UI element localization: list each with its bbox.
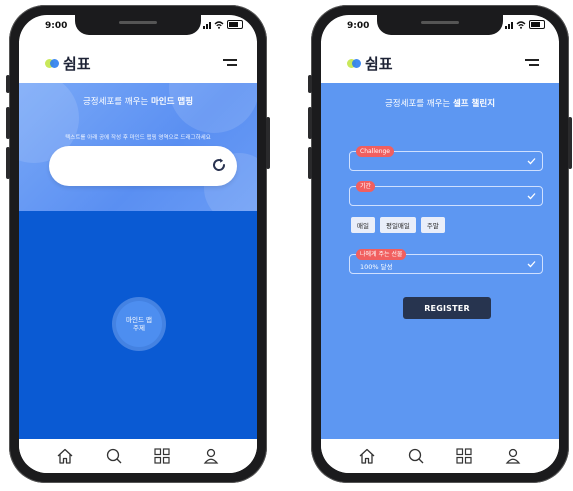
hero-subtitle: 텍스트를 아래 공에 작성 후 마인드 맵핑 영역으로 드래그하세요 [65,135,211,141]
phone-mindmap: 9:00 쉼표 긍정세포를 깨우는 마인드 맵핑 텍스트를 아래 공에 작성 후… [6,5,270,483]
battery-icon [529,20,545,29]
challenge-field[interactable]: Challenge [349,146,543,171]
side-button [308,75,312,93]
side-button [6,107,10,139]
form-title: 긍정세포를 깨우는 셀프 챌린지 [321,97,559,109]
menu-icon[interactable] [223,59,237,69]
search-icon[interactable] [105,447,123,465]
field-label: 나에게 주는 선물 [356,249,407,260]
wifi-icon [214,20,224,29]
home-icon[interactable] [56,447,74,465]
mindmap-topic-node[interactable]: 마인드 맵 주제 [116,301,162,347]
side-button [568,117,572,169]
profile-icon[interactable] [202,447,220,465]
chip-weekdays[interactable]: 평일매일 [379,217,416,233]
status-time: 9:00 [45,21,68,31]
grid-icon[interactable] [455,447,473,465]
logo[interactable]: 쉼표 [347,53,393,74]
side-button [6,147,10,179]
field-label: 기간 [356,181,376,192]
bottom-nav [321,439,559,473]
register-button[interactable]: REGISTER [403,297,491,319]
logo-text: 쉼표 [63,55,91,73]
decor-bubble [169,83,257,133]
logo-mark-icon [347,58,361,69]
notch [377,15,503,35]
chip-weekend[interactable]: 주말 [420,217,445,233]
map-node-label: 마인드 맵 주제 [126,315,152,332]
mindmap-hero: 긍정세포를 깨우는 마인드 맵핑 텍스트를 아래 공에 작성 후 마인드 맵핑 … [19,83,257,211]
battery-icon [227,20,243,29]
side-button [308,107,312,139]
form-title-prefix: 긍정세포를 깨우는 [384,99,453,109]
search-icon[interactable] [407,447,425,465]
field-label: Challenge [356,146,394,157]
logo-mark-icon [45,58,59,69]
status-time: 9:00 [347,21,370,31]
period-chips: 매일 평일매일 주말 [351,217,445,233]
form-title-bold: 셀프 챌린지 [452,99,496,109]
menu-icon[interactable] [525,59,539,69]
side-button [308,147,312,179]
screen-mindmap: 9:00 쉼표 긍정세포를 깨우는 마인드 맵핑 텍스트를 아래 공에 작성 후… [19,15,257,473]
signal-icon [203,21,211,29]
hero-title-prefix: 긍정세포를 깨우는 [82,97,151,107]
chip-daily[interactable]: 매일 [351,217,375,233]
logo-text: 쉼표 [365,55,393,73]
wifi-icon [516,20,526,29]
app-header: 쉼표 [19,41,257,83]
reward-field[interactable]: 나에게 주는 선물 100% 달성 [349,249,543,274]
check-icon [527,193,536,200]
status-icons [203,20,243,29]
check-icon [527,261,536,268]
side-button [266,117,270,169]
period-field[interactable]: 기간 [349,181,543,206]
side-button [6,75,10,93]
profile-icon[interactable] [504,447,522,465]
app-header: 쉼표 [321,41,559,83]
mindmap-text-input[interactable] [49,146,237,186]
screen-challenge: 9:00 쉼표 긍정세포를 깨우는 셀프 챌린지 Challenge 기간 매일… [321,15,559,473]
hero-title-bold: 마인드 맵핑 [150,97,194,107]
challenge-form: 긍정세포를 깨우는 셀프 챌린지 Challenge 기간 매일 평일매일 주말… [321,83,559,439]
status-icons [505,20,545,29]
check-icon [527,158,536,165]
field-value: 100% 달성 [360,263,393,271]
grid-icon[interactable] [153,447,171,465]
signal-icon [505,21,513,29]
logo[interactable]: 쉼표 [45,53,91,74]
mindmap-canvas[interactable]: 마인드 맵 주제 [19,211,257,439]
hero-title: 긍정세포를 깨우는 마인드 맵핑 [19,95,257,107]
refresh-icon[interactable] [211,157,227,173]
bottom-nav [19,439,257,473]
phone-challenge: 9:00 쉼표 긍정세포를 깨우는 셀프 챌린지 Challenge 기간 매일… [308,5,572,483]
home-icon[interactable] [358,447,376,465]
notch [75,15,201,35]
